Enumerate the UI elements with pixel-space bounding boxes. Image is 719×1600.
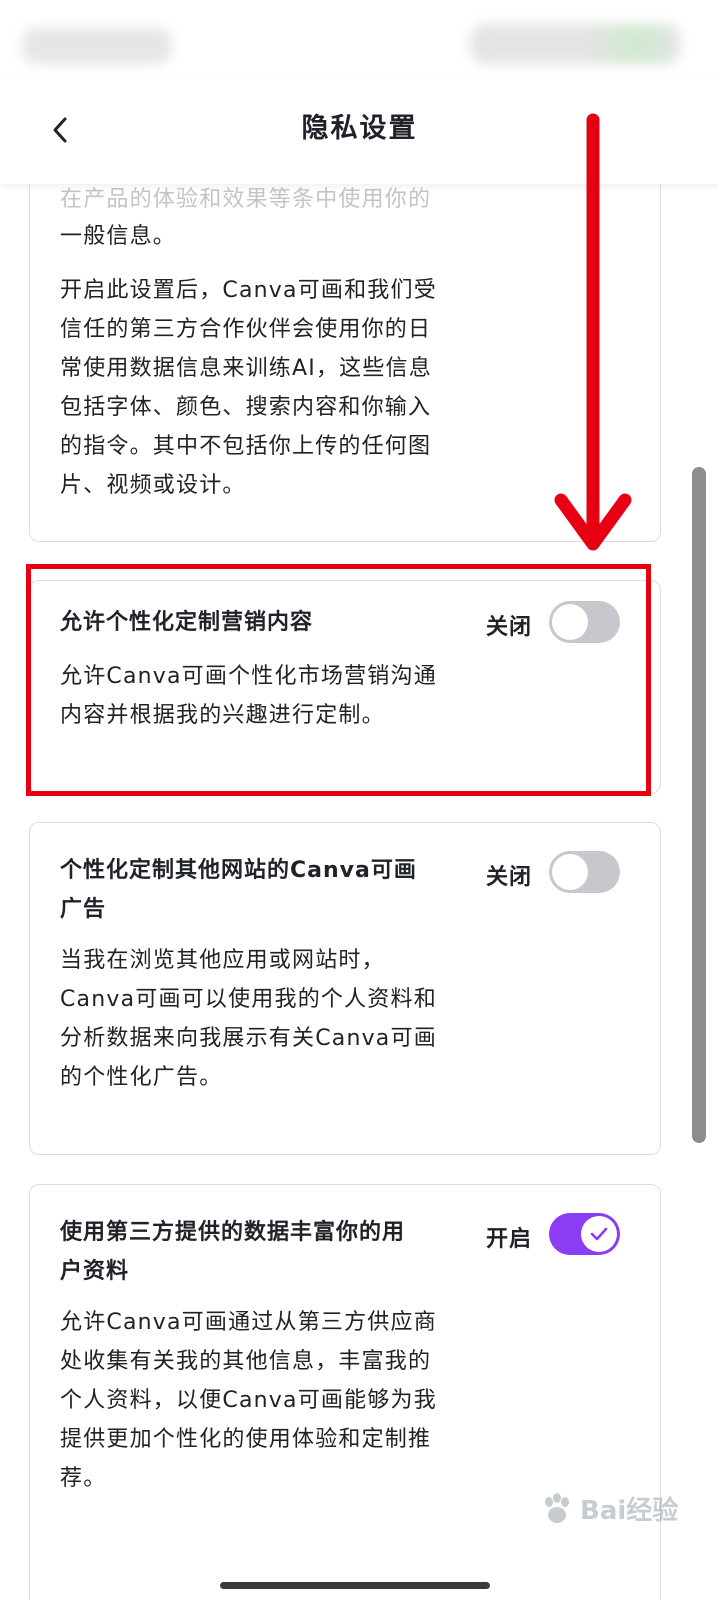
status-bar-icons-blurred — [470, 24, 680, 64]
card-description: 当我在浏览其他应用或网站时， Canva可画可以使用我的个人资料和 分析数据来向… — [60, 941, 460, 1097]
text-line: 常使用数据信息来训练AI，这些信息 — [60, 356, 432, 381]
text-line: Canva可画可以使用我的个人资料和 — [60, 987, 437, 1012]
toggle-knob — [581, 1216, 617, 1252]
card-title: 使用第三方提供的数据丰富你的用 户资料 — [60, 1213, 450, 1291]
toggle-status-label: 开启 — [486, 1227, 533, 1252]
faded-text-line: 在产品的体验和效果等条中使用你的 — [60, 187, 432, 212]
card-personalized-marketing: 允许个性化定制营销内容 关闭 允许Canva可画个性化市场营销沟通 内容并根据我… — [29, 580, 661, 794]
title-line: 广告 — [60, 897, 107, 922]
text-line: 开启此设置后，Canva可画和我们受 — [60, 278, 437, 303]
text-line: 的指令。其中不包括你上传的任何图 — [60, 434, 432, 459]
card-title: 允许个性化定制营销内容 — [60, 610, 314, 635]
text-line: 的个性化广告。 — [60, 1065, 223, 1090]
toggle-status-label: 关闭 — [486, 615, 533, 640]
card-third-party-data: 使用第三方提供的数据丰富你的用 户资料 开启 允许Canva可画通过从第三方供应… — [29, 1184, 661, 1600]
card-description: 允许Canva可画通过从第三方供应商 处收集有关我的其他信息，丰富我的 个人资料… — [60, 1303, 460, 1498]
card-title: 个性化定制其他网站的Canva可画 广告 — [60, 851, 450, 929]
toggle-status-label: 关闭 — [486, 865, 533, 890]
arrow-down-annotation-icon — [554, 113, 632, 551]
text-line: 包括字体、颜色、搜索内容和你输入 — [60, 395, 432, 420]
ads-toggle[interactable] — [549, 851, 620, 893]
text-line: 内容并根据我的兴趣进行定制。 — [60, 703, 385, 728]
card-ai-description: 开启此设置后，Canva可画和我们受 信任的第三方合作伙伴会使用你的日 常使用数… — [60, 271, 460, 505]
text-line: 一般信息。 — [60, 224, 177, 249]
card-ai-text-top: 一般信息。 — [60, 217, 460, 256]
text-line: 个人资料，以便Canva可画能够为我 — [60, 1388, 437, 1413]
home-indicator[interactable] — [220, 1582, 490, 1589]
card-description: 允许Canva可画个性化市场营销沟通 内容并根据我的兴趣进行定制。 — [60, 657, 460, 735]
text-line: 片、视频或设计。 — [60, 473, 246, 498]
text-line: 荐。 — [60, 1466, 107, 1491]
status-bar-time-blurred — [22, 28, 172, 64]
status-bar — [0, 0, 719, 80]
marketing-toggle[interactable] — [549, 601, 620, 643]
watermark-text: Bai经验 — [580, 1496, 679, 1526]
text-line: 当我在浏览其他应用或网站时， — [60, 948, 385, 973]
card-personalized-ads: 个性化定制其他网站的Canva可画 广告 关闭 当我在浏览其他应用或网站时， C… — [29, 822, 661, 1155]
title-line: 使用第三方提供的数据丰富你的用 — [60, 1220, 406, 1245]
toggle-knob — [552, 604, 588, 640]
watermark: Bai经验 — [540, 1490, 678, 1527]
title-line: 个性化定制其他网站的Canva可画 — [60, 858, 417, 883]
third-party-toggle[interactable] — [549, 1213, 620, 1255]
text-line: 提供更加个性化的使用体验和定制推 — [60, 1427, 432, 1452]
text-line: 分析数据来向我展示有关Canva可画 — [60, 1026, 437, 1051]
title-line: 户资料 — [60, 1259, 130, 1284]
paw-logo-icon — [545, 1492, 569, 1523]
text-line: 处收集有关我的其他信息，丰富我的 — [60, 1349, 432, 1374]
check-icon — [590, 1227, 608, 1241]
text-line: 允许Canva可画个性化市场营销沟通 — [60, 664, 437, 689]
scrollbar[interactable] — [692, 467, 706, 1143]
toggle-knob — [552, 854, 588, 890]
text-line: 信任的第三方合作伙伴会使用你的日 — [60, 317, 432, 342]
text-line: 允许Canva可画通过从第三方供应商 — [60, 1310, 437, 1335]
